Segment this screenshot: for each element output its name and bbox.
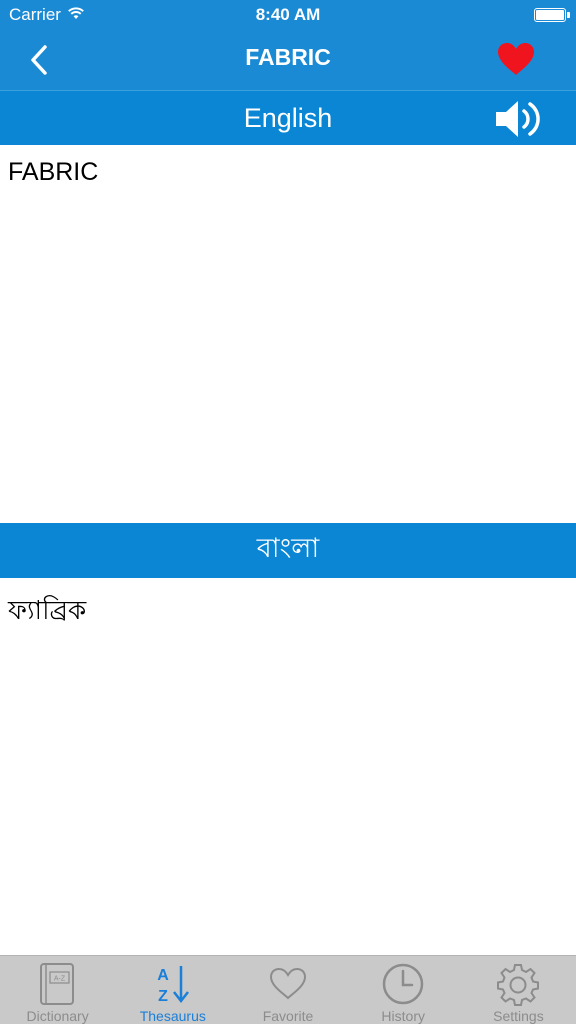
tab-dictionary-label: Dictionary bbox=[26, 1008, 89, 1024]
tab-history-label: History bbox=[381, 1008, 425, 1024]
heart-icon bbox=[498, 43, 534, 75]
english-section-header: English bbox=[0, 90, 576, 145]
status-time: 8:40 AM bbox=[255, 5, 321, 24]
navigation-bar: FABRIC bbox=[0, 30, 576, 88]
tab-settings[interactable]: Settings bbox=[461, 956, 576, 1024]
dictionary-book-icon: A-Z bbox=[35, 961, 81, 1006]
tab-bar: A-Z Dictionary A Z Thesaurus Favorite Hi… bbox=[0, 955, 576, 1024]
speak-button[interactable] bbox=[494, 97, 544, 141]
battery-icon bbox=[534, 8, 566, 22]
heart-outline-icon bbox=[265, 961, 311, 1006]
english-header-label: English bbox=[243, 102, 333, 133]
top-bar: Carrier 8:40 AM FABRIC bbox=[0, 0, 576, 90]
speaker-icon bbox=[496, 101, 540, 137]
battery-tip bbox=[567, 12, 570, 18]
tab-favorite-label: Favorite bbox=[262, 1008, 314, 1024]
tab-history[interactable]: History bbox=[346, 956, 461, 1024]
bangla-header-label: বাংলা bbox=[256, 533, 320, 563]
bangla-section-header: বাংলা bbox=[0, 523, 576, 578]
favorite-button[interactable] bbox=[496, 40, 536, 78]
clock-icon bbox=[380, 961, 426, 1006]
tab-favorite[interactable]: Favorite bbox=[230, 956, 345, 1024]
page-title: FABRIC bbox=[245, 44, 331, 70]
svg-text:Z: Z bbox=[158, 988, 168, 1005]
gear-icon bbox=[495, 961, 541, 1006]
tab-dictionary[interactable]: A-Z Dictionary bbox=[0, 956, 115, 1024]
english-word-text: FABRIC bbox=[8, 158, 99, 186]
svg-text:A-Z: A-Z bbox=[53, 975, 65, 982]
svg-text:A: A bbox=[157, 967, 169, 984]
tab-thesaurus-label: Thesaurus bbox=[139, 1008, 206, 1024]
tab-settings-label: Settings bbox=[493, 1008, 544, 1024]
bangla-translation-text: ফ্যাব্রিক bbox=[8, 596, 87, 626]
az-sort-icon: A Z bbox=[150, 961, 196, 1006]
status-bar: Carrier 8:40 AM bbox=[0, 0, 576, 30]
tab-thesaurus[interactable]: A Z Thesaurus bbox=[115, 956, 230, 1024]
